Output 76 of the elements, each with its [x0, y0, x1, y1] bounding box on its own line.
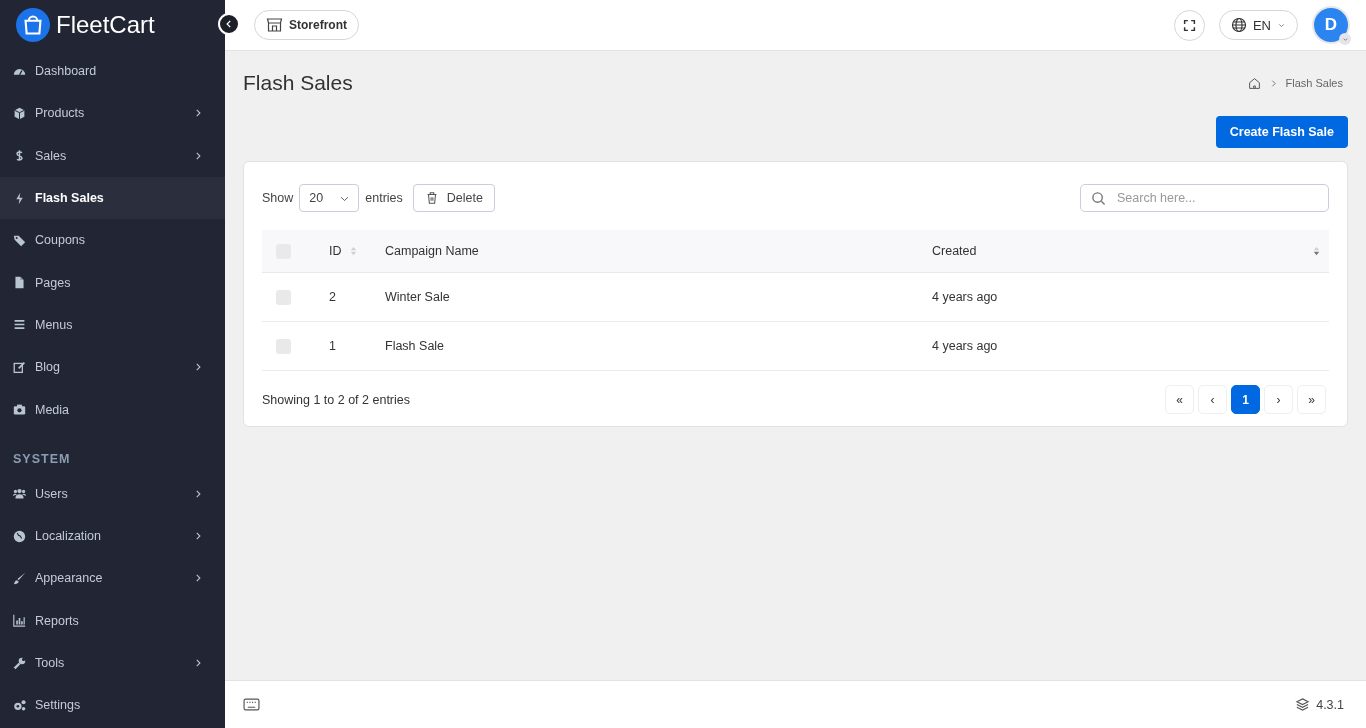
- chevron-right-icon: [193, 573, 203, 584]
- table-cell: 2: [329, 290, 336, 304]
- sidebar-item[interactable]: Settings: [0, 684, 225, 727]
- layers-icon: [1295, 697, 1311, 712]
- fullscreen-icon: [1182, 18, 1196, 32]
- table-cell: 4 years ago: [932, 339, 998, 353]
- keyboard-shortcuts-button[interactable]: [243, 696, 260, 713]
- delete-button[interactable]: Delete: [412, 184, 495, 212]
- sidebar-item[interactable]: Products: [0, 92, 225, 135]
- home-link[interactable]: [1247, 76, 1261, 90]
- sort-icon: [1311, 244, 1322, 258]
- page-button[interactable]: »: [1297, 385, 1326, 414]
- language-button[interactable]: EN: [1218, 10, 1298, 40]
- collapse-button[interactable]: [218, 13, 240, 35]
- menu-icon: [13, 318, 26, 332]
- chevron-right-icon: [193, 531, 203, 542]
- users-icon: [13, 487, 26, 501]
- table-cell: 1: [329, 339, 336, 353]
- page-size-select[interactable]: 20: [299, 184, 360, 212]
- section-heading: SYSTEM: [12, 450, 72, 468]
- page-button[interactable]: ‹: [1198, 385, 1227, 414]
- page-title: Flash Sales: [243, 71, 353, 95]
- breadcrumb-item: Flash Sales: [1285, 77, 1343, 89]
- sidebar-item[interactable]: Pages: [0, 261, 225, 304]
- sidebar-item[interactable]: Media: [0, 388, 225, 431]
- chevron-right-icon: [193, 150, 203, 161]
- show-label: Show: [262, 191, 294, 205]
- sidebar-item[interactable]: Users: [0, 472, 225, 515]
- sidebar-item[interactable]: Dashboard: [0, 50, 225, 93]
- entries-label: entries: [365, 191, 403, 205]
- edit-icon: [13, 360, 26, 374]
- chevron-left-icon: [224, 19, 234, 29]
- user-avatar[interactable]: D: [1314, 8, 1348, 42]
- page-button[interactable]: «: [1165, 385, 1194, 414]
- sidebar-item[interactable]: Sales: [0, 134, 225, 177]
- chevron-right-icon: [193, 658, 203, 668]
- search-field[interactable]: Search here...: [1080, 184, 1329, 212]
- column-header: ID: [329, 244, 342, 258]
- sidebar-item[interactable]: Appearance: [0, 557, 225, 600]
- logo-icon: [16, 8, 50, 42]
- entries-summary: Showing 1 to 2 of 2 entries: [262, 392, 410, 407]
- table-cell: Winter Sale: [385, 290, 450, 304]
- sidebar-item[interactable]: Flash Sales: [0, 176, 225, 220]
- home-icon: [1247, 76, 1261, 90]
- brand-name: FleetCart: [56, 11, 155, 39]
- tag-icon: [13, 233, 26, 247]
- keyboard-icon: [243, 696, 260, 713]
- create-button[interactable]: Create Flash Sale: [1215, 116, 1348, 148]
- wrench-icon: [13, 656, 26, 670]
- storefront-button[interactable]: Storefront: [254, 10, 359, 40]
- search-icon: [1091, 191, 1106, 206]
- sidebar-item[interactable]: Tools: [0, 641, 225, 685]
- caret-icon: [1341, 35, 1349, 43]
- table-cell: 4 years ago: [932, 290, 998, 304]
- table-cell: Flash Sale: [385, 339, 445, 353]
- dollar-icon: [13, 149, 26, 163]
- sidebar-item[interactable]: Reports: [0, 599, 225, 642]
- chevron-right-icon: [193, 362, 203, 373]
- column-header: Created: [932, 244, 977, 258]
- version-label: 4.3.1: [1316, 697, 1344, 712]
- bar-chart-icon: [13, 614, 26, 628]
- file-icon: [13, 276, 26, 290]
- chevron-right-icon: [193, 488, 203, 499]
- sidebar-item[interactable]: Blog: [0, 346, 225, 389]
- column-header: Campaign Name: [385, 244, 479, 258]
- camera-icon: [13, 403, 26, 416]
- sidebar-item[interactable]: Menus: [0, 303, 225, 347]
- chevron-right-icon: [193, 108, 203, 119]
- sidebar-item[interactable]: Localization: [0, 514, 225, 558]
- brush-icon: [13, 571, 26, 585]
- cube-icon: [13, 106, 26, 120]
- store-icon: [266, 17, 283, 33]
- gears-icon: [13, 698, 26, 712]
- page-button[interactable]: ›: [1264, 385, 1293, 414]
- sidebar-item[interactable]: Coupons: [0, 219, 225, 262]
- page-button[interactable]: 1: [1231, 385, 1260, 414]
